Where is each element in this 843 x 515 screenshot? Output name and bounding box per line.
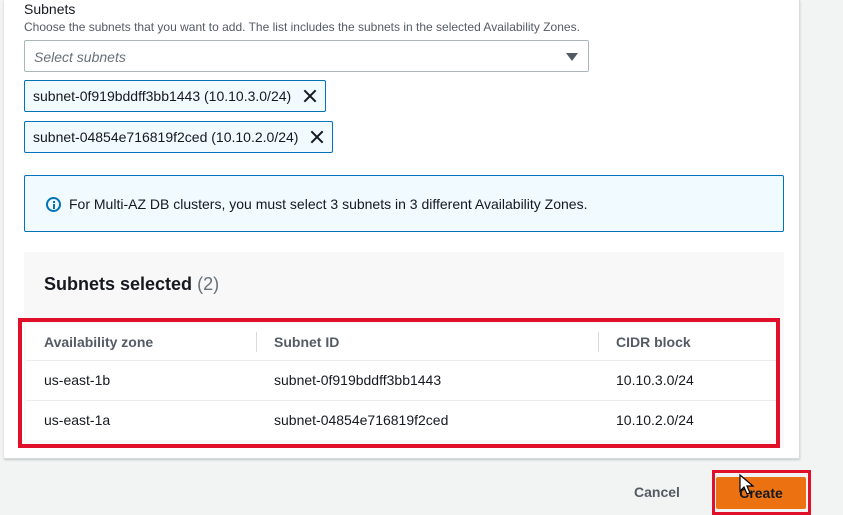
subnets-label: Subnets — [24, 1, 76, 17]
subnet-token-label: subnet-04854e716819f2ced (10.10.2.0/24) — [33, 129, 299, 145]
table-highlight-box — [18, 318, 780, 448]
caret-down-icon — [566, 53, 578, 61]
subnets-selected-count: (2) — [197, 274, 220, 294]
subnet-token: subnet-0f919bddff3bb1443 (10.10.3.0/24) — [24, 80, 327, 112]
info-alert-text: For Multi-AZ DB clusters, you must selec… — [69, 196, 588, 212]
close-icon[interactable] — [310, 130, 324, 144]
subnet-token-label: subnet-0f919bddff3bb1443 (10.10.3.0/24) — [33, 88, 292, 104]
subnet-token: subnet-04854e716819f2ced (10.10.2.0/24) — [24, 121, 334, 153]
create-highlight-box — [712, 470, 811, 515]
select-subnets-dropdown[interactable]: Select subnets — [24, 40, 589, 72]
select-subnets-placeholder: Select subnets — [34, 49, 126, 65]
info-alert: For Multi-AZ DB clusters, you must selec… — [24, 175, 784, 232]
subnets-selected-heading: Subnets selected (2) — [44, 274, 219, 295]
cancel-button[interactable]: Cancel — [634, 484, 680, 500]
subnets-selected-title: Subnets selected — [44, 274, 193, 294]
info-icon — [46, 197, 61, 212]
close-icon[interactable] — [303, 89, 317, 103]
subnets-description: Choose the subnets that you want to add.… — [24, 20, 580, 34]
mouse-pointer-icon — [739, 474, 755, 495]
